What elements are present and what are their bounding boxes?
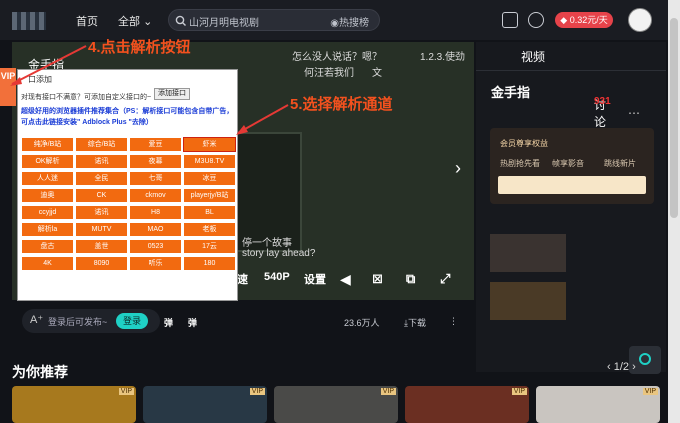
vip-badge: VIP: [380, 388, 396, 395]
vip-badge: VIP: [118, 388, 134, 395]
more-icon[interactable]: ⋮: [449, 316, 458, 327]
vip-feature: 热剧抢先看: [500, 159, 540, 168]
heat-count: 23.6万人: [344, 318, 380, 328]
vip-badge: VIP: [511, 388, 527, 395]
scrollbar-thumb[interactable]: [670, 18, 678, 218]
vip-benefits-card[interactable]: 会员尊享权益 热剧抢先看 帧享影音 跳线新片: [490, 128, 654, 204]
prev-page-icon[interactable]: ‹: [607, 361, 611, 373]
vip-badge: VIP: [642, 388, 658, 395]
comment-placeholder: 登录后可发布~: [48, 317, 108, 327]
discuss-count: 931: [594, 96, 611, 107]
next-page-icon[interactable]: ›: [632, 361, 636, 373]
danmaku-settings[interactable]: 弹: [188, 316, 197, 329]
vip-banner[interactable]: [498, 176, 646, 194]
login-send-button[interactable]: 登录: [116, 313, 148, 329]
recommend-card[interactable]: VIP: [405, 386, 529, 423]
danmaku-toggle[interactable]: 弹: [164, 316, 173, 329]
recommend-card[interactable]: VIP: [536, 386, 660, 423]
recommend-card[interactable]: VIP: [274, 386, 398, 423]
episode-thumbnail[interactable]: [490, 234, 566, 272]
circle-icon: [639, 353, 651, 365]
recommend-title: 为你推荐: [12, 364, 68, 380]
download-button[interactable]: ⤓下载: [404, 316, 426, 329]
text-style-icon[interactable]: A⁺: [30, 313, 43, 326]
recommend-card[interactable]: VIP: [143, 386, 267, 423]
vip-feature: 跳线新片: [604, 159, 636, 168]
tab-video[interactable]: 视频: [521, 48, 545, 65]
sidebar-title: 金手指: [491, 85, 531, 100]
vip-benefits-title: 会员尊享权益: [500, 139, 548, 148]
tab-divider: [476, 70, 666, 71]
vip-badge: VIP: [249, 388, 265, 395]
sidebar-more-icon[interactable]: ⋯: [628, 106, 640, 120]
recommend-card[interactable]: VIP: [12, 386, 136, 423]
page-scrollbar[interactable]: [668, 0, 680, 423]
episode-thumbnail[interactable]: [490, 282, 566, 320]
pager: ‹ 1/2 ›: [607, 361, 636, 373]
vip-feature: 帧享影音: [552, 159, 584, 168]
